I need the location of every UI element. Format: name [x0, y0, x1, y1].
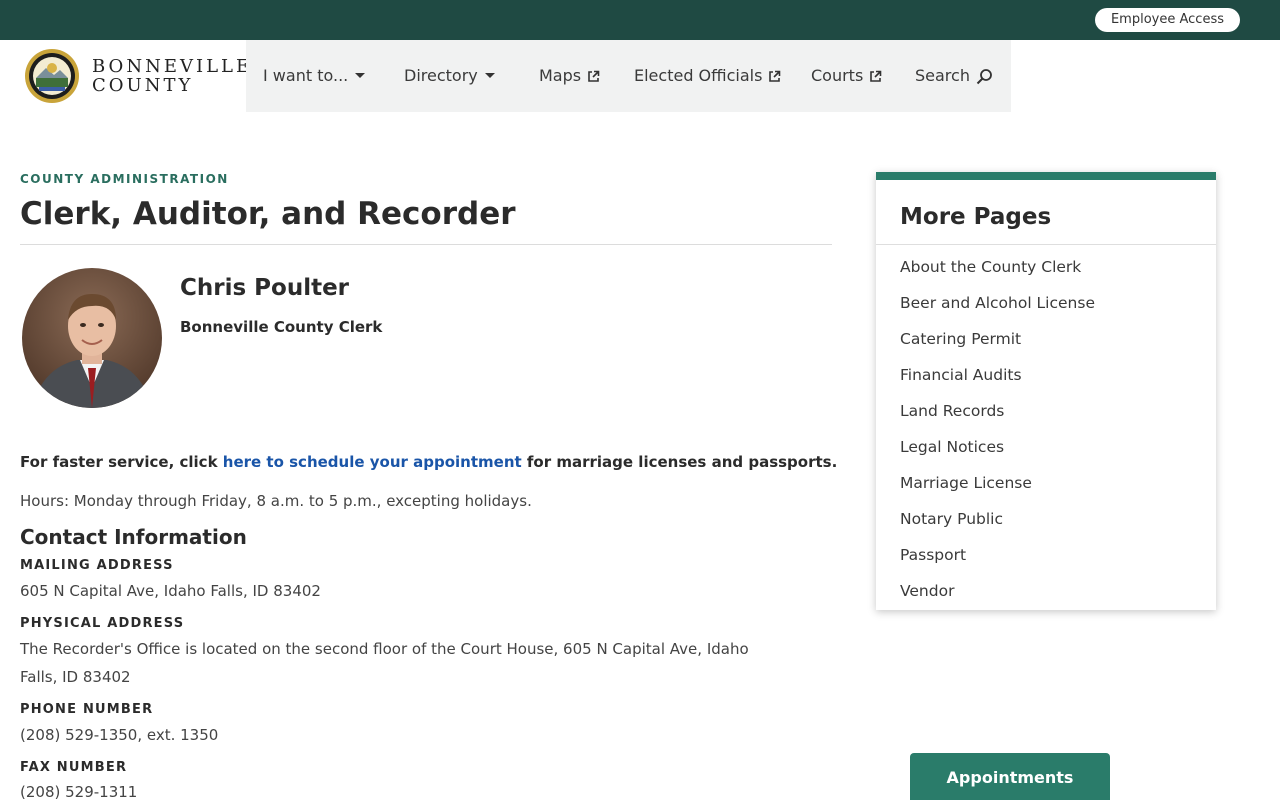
nav-courts[interactable]: Courts: [811, 40, 882, 112]
main-nav: I want to... Directory Maps Elected Offi…: [246, 40, 1011, 112]
brand-line1: BONNEVILLE: [92, 56, 253, 77]
nav-label: Elected Officials: [634, 66, 763, 85]
more-pages-link[interactable]: About the County Clerk: [900, 256, 1095, 292]
more-pages-link[interactable]: Land Records: [900, 400, 1095, 436]
more-pages-link[interactable]: Beer and Alcohol License: [900, 292, 1095, 328]
more-pages-link[interactable]: Passport: [900, 544, 1095, 580]
more-pages-link[interactable]: Vendor: [900, 580, 1095, 616]
more-pages-link[interactable]: Catering Permit: [900, 328, 1095, 364]
notice-prefix: For faster service, click: [20, 453, 223, 471]
contact-heading: Contact Information: [20, 525, 247, 549]
mailing-address-label: MAILING ADDRESS: [20, 558, 174, 573]
more-pages-link[interactable]: Notary Public: [900, 508, 1095, 544]
more-pages-link[interactable]: Marriage License: [900, 472, 1095, 508]
caret-down-icon: [484, 73, 495, 78]
title-divider: [20, 244, 832, 245]
service-notice: For faster service, click here to schedu…: [20, 453, 837, 471]
nav-maps[interactable]: Maps: [539, 40, 600, 112]
official-name: Chris Poulter: [180, 275, 350, 301]
nav-label: Maps: [539, 66, 582, 85]
more-pages-title: More Pages: [900, 204, 1052, 230]
caret-down-icon: [355, 73, 366, 78]
more-pages-divider: [876, 244, 1216, 245]
more-pages-panel: More Pages About the County Clerk Beer a…: [876, 172, 1216, 610]
more-pages-list: About the County Clerk Beer and Alcohol …: [900, 256, 1095, 616]
schedule-appointment-link[interactable]: here to schedule your appointment: [223, 453, 522, 471]
external-link-icon: [588, 70, 600, 82]
office-hours: Hours: Monday through Friday, 8 a.m. to …: [20, 492, 532, 510]
external-link-icon: [870, 70, 882, 82]
nav-label: Directory: [404, 66, 478, 85]
more-pages-link[interactable]: Legal Notices: [900, 436, 1095, 472]
site-header: BONNEVILLE COUNTY I want to... Directory…: [0, 40, 1280, 112]
official-title: Bonneville County Clerk: [180, 318, 383, 336]
external-link-icon: [769, 70, 781, 82]
nav-elected-officials[interactable]: Elected Officials: [634, 40, 781, 112]
search-icon: [976, 68, 992, 84]
official-photo: [22, 268, 162, 408]
more-pages-link[interactable]: Financial Audits: [900, 364, 1095, 400]
nav-i-want-to[interactable]: I want to...: [263, 40, 366, 112]
nav-label: Search: [915, 66, 970, 85]
nav-search[interactable]: Search: [915, 40, 993, 112]
brand-wordmark[interactable]: BONNEVILLE COUNTY: [92, 57, 252, 95]
nav-label: Courts: [811, 66, 864, 85]
fax-number-value: (208) 529-1311: [20, 783, 138, 800]
brand-line2: COUNTY: [92, 75, 194, 96]
notice-suffix: for marriage licenses and passports.: [521, 453, 838, 471]
physical-address-label: PHYSICAL ADDRESS: [20, 616, 185, 631]
nav-label: I want to...: [263, 66, 349, 85]
county-seal-logo[interactable]: [24, 48, 80, 104]
phone-number-value: (208) 529-1350, ext. 1350: [20, 726, 219, 744]
phone-number-label: PHONE NUMBER: [20, 702, 154, 717]
page-title: Clerk, Auditor, and Recorder: [20, 196, 516, 232]
nav-directory[interactable]: Directory: [404, 40, 496, 112]
appointments-button[interactable]: Appointments: [910, 753, 1110, 800]
section-eyebrow[interactable]: COUNTY ADMINISTRATION: [20, 172, 229, 186]
employee-access-button[interactable]: Employee Access: [1094, 8, 1240, 32]
utility-bar: Employee Access: [0, 0, 1280, 40]
fax-number-label: FAX NUMBER: [20, 760, 128, 775]
mailing-address-value: 605 N Capital Ave, Idaho Falls, ID 83402: [20, 582, 321, 600]
physical-address-value: The Recorder's Office is located on the …: [20, 640, 749, 686]
